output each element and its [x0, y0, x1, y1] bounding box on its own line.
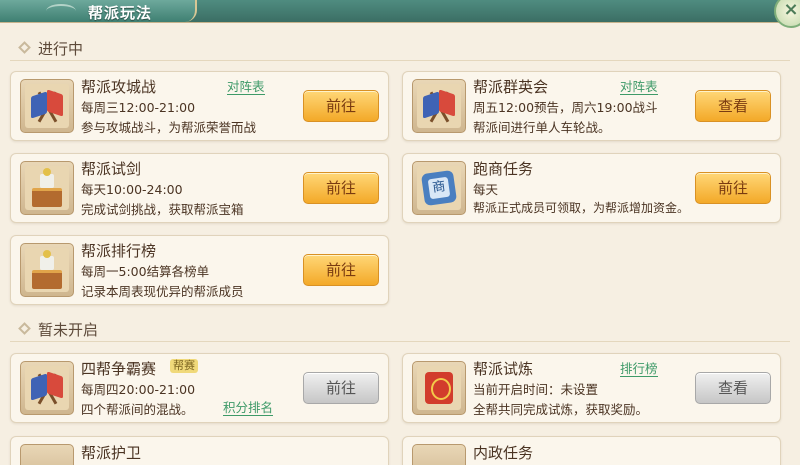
card-internal: 内政任务 [402, 436, 781, 465]
matchup-link[interactable]: 对阵表 [620, 79, 658, 95]
activity-desc: 参与攻城战斗，为帮派荣誉而战 [81, 120, 257, 135]
icon-frame [20, 444, 74, 465]
card-heroes: 帮派群英会 对阵表 周五12:00预告，周六19:00战斗 帮派间进行单人车轮战… [402, 71, 781, 141]
activity-name: 帮派排行榜 [81, 242, 157, 260]
activity-desc: 帮派正式成员可领取，为帮派增加资金。 [473, 201, 690, 215]
goto-button[interactable]: 前往 [695, 172, 771, 204]
goto-button[interactable]: 前往 [303, 254, 379, 286]
card-merchant: 商 跑商任务 每天 帮派正式成员可领取，为帮派增加资金。 前往 [402, 153, 781, 223]
activity-time: 每周四20:00-21:00 [81, 382, 196, 397]
leaderboard-link[interactable]: 排行榜 [620, 361, 658, 377]
section-label: 进行中 [38, 40, 84, 58]
goto-button[interactable]: 前往 [303, 90, 379, 122]
treasure-chest-icon [25, 166, 69, 210]
icon-frame: 商 [412, 161, 466, 215]
goto-button[interactable]: 前往 [303, 172, 379, 204]
section-inactive: 暂未开启 [10, 317, 790, 343]
icon-frame [20, 243, 74, 297]
flags-icon [25, 366, 69, 410]
section-header: 进行中 [10, 36, 790, 61]
card-four-gang: 四帮争霸赛 帮赛 每周四20:00-21:00 四个帮派间的混战。 积分排名 前… [10, 353, 389, 423]
card-ranking: 帮派排行榜 每周一5:00结算各榜单 记录本周表现优异的帮派成员 前往 [10, 235, 389, 305]
score-ranking-link[interactable]: 积分排名 [223, 400, 274, 416]
diamond-icon [18, 322, 31, 335]
view-button[interactable]: 查看 [695, 372, 771, 404]
merchant-bag-icon: 商 [417, 166, 461, 210]
cloud-ornament-icon [46, 4, 76, 18]
activity-time: 周五12:00预告，周六19:00战斗 [473, 100, 658, 115]
matchup-link[interactable]: 对阵表 [227, 79, 265, 95]
title-bar: 帮派玩法 [0, 0, 800, 23]
activity-time: 每周三12:00-21:00 [81, 100, 196, 115]
flags-icon [417, 84, 461, 128]
window-title: 帮派玩法 [88, 4, 153, 22]
activity-desc: 帮派间进行单人车轮战。 [473, 120, 611, 135]
icon-frame [412, 361, 466, 415]
section-active: 进行中 [10, 36, 790, 62]
icon-frame [20, 161, 74, 215]
card-siege: 帮派攻城战 对阵表 每周三12:00-21:00 参与攻城战斗，为帮派荣誉而战 … [10, 71, 389, 141]
activity-name: 帮派试剑 [81, 160, 142, 178]
activity-desc: 完成试剑挑战，获取帮派宝箱 [81, 202, 244, 217]
icon-frame [412, 79, 466, 133]
activity-name: 帮派攻城战 [81, 78, 157, 96]
activity-name: 四帮争霸赛 [81, 360, 157, 378]
activity-time: 每天10:00-24:00 [81, 182, 183, 197]
activity-name: 内政任务 [473, 444, 534, 462]
card-trial-sword: 帮派试剑 每天10:00-24:00 完成试剑挑战，获取帮派宝箱 前往 [10, 153, 389, 223]
merchant-tag: 商 [427, 176, 451, 200]
section-label: 暂未开启 [38, 321, 99, 339]
icon-frame [20, 361, 74, 415]
close-icon[interactable]: × [774, 0, 800, 28]
flags-icon [25, 84, 69, 128]
view-button[interactable]: 查看 [695, 90, 771, 122]
title-tab: 帮派玩法 [0, 0, 197, 22]
activity-time: 当前开启时间：未设置 [473, 382, 599, 397]
diamond-icon [18, 41, 31, 54]
section-header: 暂未开启 [10, 317, 790, 342]
icon-frame [20, 79, 74, 133]
activity-name: 跑商任务 [473, 160, 534, 178]
treasure-chest-icon [25, 248, 69, 292]
icon-frame [412, 444, 466, 465]
goto-button[interactable]: 前往 [303, 372, 379, 404]
activity-name: 帮派护卫 [81, 444, 142, 462]
activity-desc: 全帮共同完成试炼，获取奖励。 [473, 402, 649, 417]
card-defense: 帮派护卫 [10, 436, 389, 465]
activity-time: 每周一5:00结算各榜单 [81, 264, 210, 279]
status-badge: 帮赛 [170, 359, 198, 373]
card-trial: 帮派试炼 排行榜 当前开启时间：未设置 全帮共同完成试炼，获取奖励。 查看 [402, 353, 781, 423]
activity-desc: 四个帮派间的混战。 [81, 402, 194, 417]
activity-name: 帮派群英会 [473, 78, 549, 96]
activity-desc: 记录本周表现优异的帮派成员 [81, 284, 244, 299]
guild-activities-panel: 帮派玩法 × 进行中 帮派攻城战 对阵表 每周三12:00-21:00 参与攻城… [0, 0, 800, 465]
scroll-icon [417, 366, 461, 410]
activity-time: 每天 [473, 182, 499, 197]
activity-name: 帮派试炼 [473, 360, 534, 378]
